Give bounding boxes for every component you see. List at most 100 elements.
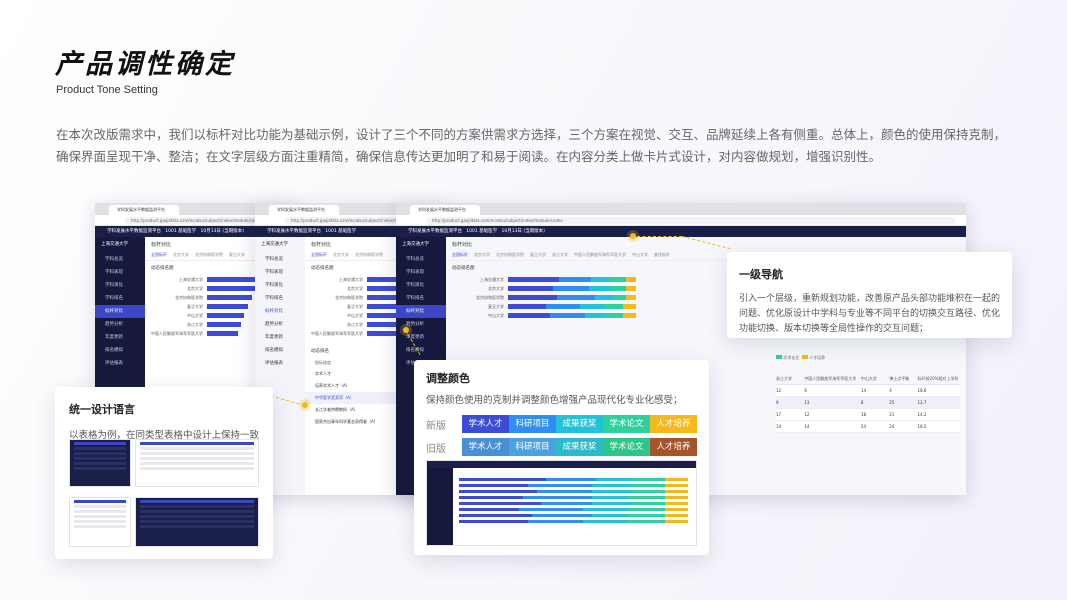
table-thumbnail-1 [69, 439, 131, 487]
tab[interactable]: 全国标杆 [452, 252, 468, 257]
swatch: 学术人才 [462, 415, 509, 433]
sidebar-item-active[interactable]: 标杆对比 [95, 305, 145, 318]
sidebar-item[interactable]: 学科表现 [95, 266, 145, 279]
sidebar-item-active[interactable]: 标杆对比 [396, 305, 446, 318]
sidebar-item[interactable]: 学科表现 [396, 266, 446, 279]
swatch: 成果获奖 [556, 438, 603, 456]
marker-dot [630, 233, 636, 239]
version-select[interactable]: 10月13日 (当期版本) [501, 229, 544, 234]
tab[interactable]: 复旦大学 [530, 252, 546, 257]
table-cell: 17 [776, 412, 782, 417]
swatch: 学术论文 [603, 415, 650, 433]
sidebar-item[interactable]: 评估报表 [95, 357, 145, 370]
callout-desc: 引入一个层级，重新规划功能，改善原产品头部功能堆积在一起的问题、优化原设计中学科… [739, 294, 1001, 334]
tab[interactable]: 浙江大学 [552, 252, 568, 257]
address-bar[interactable]: http://product.gaojidata.com/ecadsu/subj… [426, 217, 956, 224]
sidebar-item[interactable]: 学科总览 [255, 253, 305, 266]
table-cell: 14 [776, 424, 782, 429]
sidebar-item[interactable]: 学科排名 [255, 292, 305, 305]
row-label: 中国人民解放军海军军医大学 [151, 331, 203, 336]
callout-color-adjust: 调整颜色 保持颜色使用的克制并调整颜色增强产品现代化专业化感受； 新版 学术人才… [414, 360, 709, 555]
row-label: 中国人民解放军海军军医大学 [311, 331, 363, 336]
row-label: 中山大学 [347, 313, 363, 318]
sidebar-item[interactable]: 年度更新 [255, 331, 305, 344]
sidebar-item[interactable]: 学科排名 [396, 292, 446, 305]
sidebar-item[interactable]: 学科演化 [255, 279, 305, 292]
tab[interactable]: 全国标杆 [311, 252, 327, 257]
subject-select[interactable]: 1001 基础医学 [466, 229, 497, 234]
browser-tab[interactable]: 学科发展水平数据监测平台 [109, 205, 179, 215]
row-label: 北京大学 [347, 286, 363, 291]
tab[interactable]: 北京大学 [333, 252, 349, 257]
chart-legend: 学术论文 人才培养 [776, 355, 825, 361]
row-label: 上海交通大学 [339, 277, 363, 282]
palette-label-new: 新版 [426, 420, 446, 432]
table-thumbnail-2 [135, 439, 259, 487]
table-header: 中山大学 [860, 376, 877, 381]
tab[interactable]: 中山大学 [632, 252, 648, 257]
tab[interactable]: 北京协和医学院 [195, 252, 223, 257]
table-cell: 6 [804, 388, 807, 393]
table-header: 博士点平衡 [889, 376, 910, 381]
sidebar-item[interactable]: 年度更新 [95, 331, 145, 344]
browser-tab[interactable]: 学科发展水平数据监测平台 [269, 205, 339, 215]
callout-title: 统一设计语言 [69, 403, 135, 416]
legend-label: 人才培养 [809, 355, 826, 360]
subject-select[interactable]: 1001 基础医学 [325, 229, 356, 234]
university-logo: 上海交通大学 [101, 242, 128, 247]
table-row[interactable]: 14 14 24 24 18.5 [776, 421, 960, 433]
table-cell: 9 [776, 400, 779, 405]
swatch: 科研项目 [509, 438, 556, 456]
table-cell: 14.2 [917, 412, 927, 417]
sidebar-item[interactable]: 排名模拟 [255, 344, 305, 357]
sidebar-item[interactable]: 学科排名 [95, 292, 145, 305]
tab[interactable]: 复旦大学 [229, 252, 245, 257]
table-cell: 18 [860, 412, 867, 417]
table-row[interactable]: 12 6 14 4 18.6 [776, 385, 960, 397]
sidebar-item[interactable]: 趋势分析 [95, 318, 145, 331]
row-label: 北京协和医学院 [175, 295, 203, 300]
sidebar-item[interactable]: 学科总览 [95, 253, 145, 266]
legend-label: 学术论文 [783, 355, 800, 360]
table-row[interactable]: 17 12 18 21 14.2 [776, 409, 960, 421]
tab[interactable]: 北京大学 [474, 252, 490, 257]
sidebar-item[interactable]: 排名模拟 [95, 344, 145, 357]
row-label: 浙江大学 [187, 322, 203, 327]
sidebar-item[interactable]: 趋势分析 [255, 318, 305, 331]
sidebar-item-active[interactable]: 标杆对比 [255, 305, 305, 318]
university-logo: 上海交通大学 [402, 242, 429, 247]
row-label: 中山大学 [187, 313, 203, 318]
row-label: 北京协和医学院 [476, 295, 504, 300]
table-cell: 14 [860, 388, 867, 393]
sidebar-item[interactable]: 年度更新 [396, 331, 446, 344]
swatch: 学术论文 [603, 438, 650, 456]
content-heading: 标杆对比 [452, 242, 473, 248]
row-label: 北京协和医学院 [335, 295, 363, 300]
row-label: 上海交通大学 [179, 277, 203, 282]
tab[interactable]: 北京协和医学院 [355, 252, 383, 257]
subject-select[interactable]: 1001 基础医学 [165, 229, 196, 234]
tab[interactable]: 北京协和医学院 [496, 252, 524, 257]
sidebar-item[interactable]: 学科表现 [255, 266, 305, 279]
tab[interactable]: 北京大学 [173, 252, 189, 257]
sidebar-item[interactable]: 评估报表 [255, 357, 305, 370]
browser-tab[interactable]: 学科发展水平数据监测平台 [410, 205, 480, 215]
sidebar-item[interactable]: 学科演化 [95, 279, 145, 292]
swatch: 人才培养 [650, 438, 697, 456]
table-row[interactable]: 9 13 8 25 12.7 [776, 397, 960, 409]
tab[interactable]: 查找标杆 [654, 252, 670, 257]
table-cell: 4 [889, 388, 892, 393]
marker-dot [302, 402, 308, 408]
palette-label-old: 旧版 [426, 443, 446, 455]
tab[interactable]: 全国标杆 [151, 252, 167, 257]
version-select[interactable]: 10月13日 (当期版本) [200, 229, 243, 234]
table-cell: 24 [860, 424, 867, 429]
sidebar-item[interactable]: 学科总览 [396, 253, 446, 266]
connector-line-nav [632, 236, 682, 237]
sidebar-item[interactable]: 排名模拟 [396, 344, 446, 357]
tab[interactable]: 中国人民解放军海军军医大学 [574, 252, 626, 257]
row-label: 北京大学 [488, 286, 504, 291]
table-cell: 18.6 [917, 388, 927, 393]
row-label: 复旦大学 [187, 304, 203, 309]
sidebar-item[interactable]: 学科演化 [396, 279, 446, 292]
